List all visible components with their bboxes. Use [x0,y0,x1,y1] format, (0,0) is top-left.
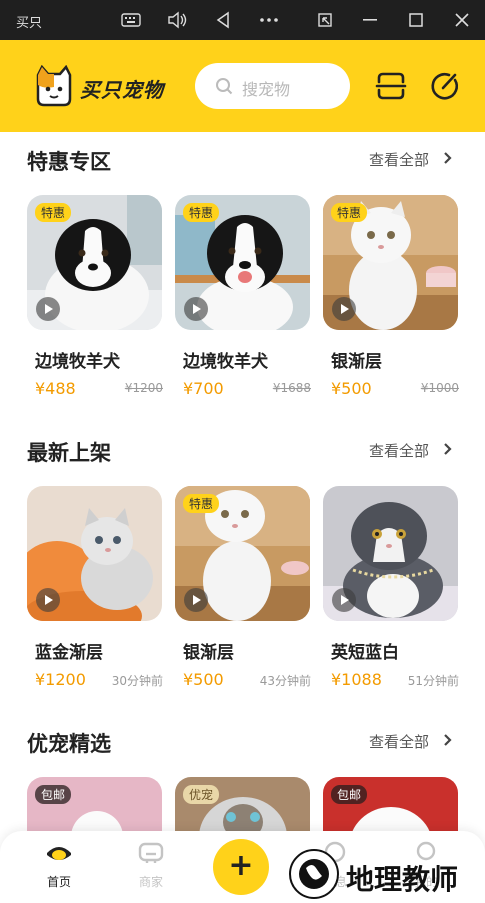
see-all-label: 查看全部 [369,733,430,751]
listed-time: 30分钟前 [111,674,163,688]
shop-icon [138,842,164,863]
listed-time: 43分钟前 [259,674,311,688]
pet-price: ¥500 [183,670,224,689]
pet-name: 蓝金渐层 [35,643,103,663]
watermark: 地理教师 [288,848,480,900]
deal-badge: 特惠 [183,494,220,513]
search-icon [215,77,233,99]
listed-time: 51分钟前 [407,674,459,688]
cat-logo-icon [34,64,74,111]
scan-icon[interactable] [375,70,407,102]
pet-card[interactable]: 英短蓝白 ¥1088 51分钟前 [323,486,459,689]
window-titlebar: 买只 [0,0,485,40]
pet-name: 边境牧羊犬 [183,352,268,372]
see-all-label: 查看全部 [369,151,430,169]
pet-name: 银渐层 [183,643,234,663]
pet-price: ¥488 [35,379,76,398]
pet-price: ¥1200 [35,670,86,689]
plus-icon: + [228,848,254,883]
pet-card[interactable]: 特惠 银渐层 ¥500 43分钟前 [175,486,311,689]
original-price: ¥1000 [420,381,459,395]
pet-price: ¥1088 [331,670,382,689]
pet-name: 银渐层 [331,352,382,372]
section-title-deals: 特惠专区 [27,150,111,174]
premium-badge: 优宠 [183,785,220,804]
search-placeholder: 搜宠物 [242,80,291,99]
pet-photo: 特惠 [175,486,310,621]
search-input[interactable]: 搜宠物 [195,63,350,109]
brand-name: 买只宠物 [80,78,164,102]
play-video-icon[interactable] [36,588,60,612]
tab-home[interactable]: 首页 [29,841,89,890]
see-all-new[interactable]: 查看全部 [369,440,452,461]
pet-photo: 特惠 [27,195,162,330]
back-icon[interactable] [212,9,234,31]
deal-badge: 特惠 [35,203,72,222]
close-icon[interactable] [451,9,473,31]
pet-photo [27,486,162,621]
pet-card[interactable]: 特惠 边境牧羊犬 ¥700 ¥1688 [175,195,311,398]
see-all-label: 查看全部 [369,442,430,460]
original-price: ¥1200 [124,381,163,395]
play-video-icon[interactable] [184,588,208,612]
pop-out-icon[interactable] [314,9,336,31]
tab-label: 首页 [46,875,71,889]
pet-name: 边境牧羊犬 [35,352,120,372]
home-icon [47,847,71,860]
pet-card[interactable]: 蓝金渐层 ¥1200 30分钟前 [27,486,163,689]
pet-price: ¥500 [331,379,372,398]
play-video-icon[interactable] [332,588,356,612]
play-video-icon[interactable] [184,297,208,321]
volume-icon[interactable] [166,9,188,31]
window-title: 买只 [16,16,43,31]
pet-card[interactable]: 特惠 边境牧羊犬 ¥488 ¥1200 [27,195,163,398]
pet-card[interactable]: 特惠 银渐层 ¥500 ¥1000 [323,195,459,398]
deal-badge: 特惠 [183,203,220,222]
publish-button[interactable]: + [213,839,269,895]
chevron-right-icon [444,152,452,164]
check-in-icon[interactable] [429,70,461,102]
deal-badge: 特惠 [331,203,368,222]
free-shipping-badge: 包邮 [331,785,368,804]
chevron-right-icon [444,734,452,746]
maximize-icon[interactable] [405,9,427,31]
pet-price: ¥700 [183,379,224,398]
chevron-right-icon [444,443,452,455]
globe-seal-icon [289,849,339,899]
see-all-featured[interactable]: 查看全部 [369,731,452,752]
original-price: ¥1688 [272,381,311,395]
play-video-icon[interactable] [36,297,60,321]
tab-label: 商家 [138,875,163,889]
pet-photo: 特惠 [323,195,458,330]
tab-merchants[interactable]: 商家 [121,841,181,890]
section-title-featured: 优宠精选 [27,732,111,756]
pet-name: 英短蓝白 [331,643,399,663]
minimize-icon[interactable] [359,9,381,31]
keyboard-icon[interactable] [120,9,142,31]
free-shipping-badge: 包邮 [35,785,72,804]
more-icon[interactable] [258,9,280,31]
watermark-text: 地理教师 [346,863,459,896]
section-title-new: 最新上架 [27,441,111,465]
see-all-deals[interactable]: 查看全部 [369,149,452,170]
pet-photo: 特惠 [175,195,310,330]
play-video-icon[interactable] [332,297,356,321]
pet-photo [323,486,458,621]
